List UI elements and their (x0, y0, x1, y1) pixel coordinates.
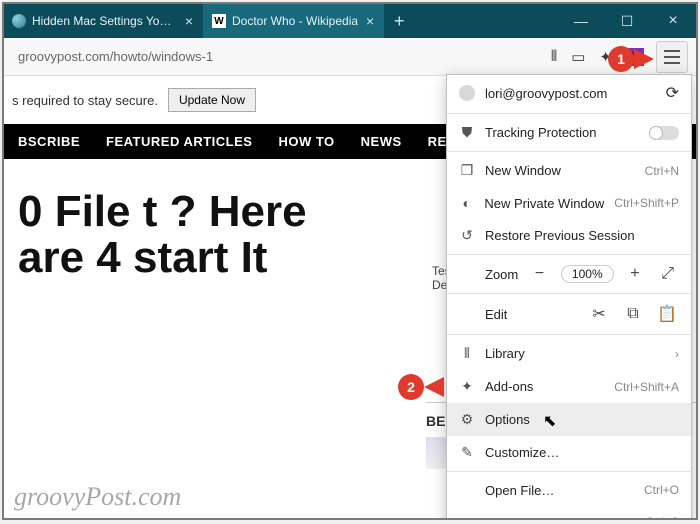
window-close-button[interactable]: × (650, 4, 696, 38)
toolbar: groovypost.com/howto/windows-1 ⫴ ▭ ✦ N (4, 38, 696, 76)
callout-1: 1 (608, 46, 654, 72)
paintbrush-icon: ✎ (459, 444, 475, 461)
menu-library[interactable]: ⫴ Library › (447, 337, 691, 370)
menu-label: Tracking Protection (485, 125, 639, 140)
menu-label: Save Page As… (485, 515, 635, 521)
callout-number: 1 (608, 46, 634, 72)
article-headline: 0 File t ? Here are 4 start It (4, 159, 384, 291)
menu-open-file[interactable]: Open File… Ctrl+O (447, 474, 691, 506)
shortcut-hint: Ctrl+Shift+P (614, 196, 679, 210)
zoom-level[interactable]: 100% (561, 265, 614, 283)
menu-label: Options (485, 412, 679, 427)
menu-label: Zoom (485, 267, 518, 282)
wikipedia-favicon-icon: W (212, 14, 226, 28)
zoom-in-button[interactable]: + (624, 265, 647, 283)
nav-item[interactable]: FEATURED ARTICLES (106, 134, 252, 149)
library-toolbar-icon[interactable]: ⫴ (551, 48, 557, 65)
fullscreen-icon[interactable]: ⤢ (656, 265, 679, 283)
menu-tracking-protection[interactable]: ⛊ Tracking Protection (447, 116, 691, 149)
window-controls: — ☐ × (558, 4, 696, 38)
nav-item[interactable]: HOW TO (278, 134, 334, 149)
avatar-icon (459, 85, 475, 101)
globe-icon (12, 14, 26, 28)
menu-new-private-window[interactable]: ◐ New Private Window Ctrl+Shift+P (447, 187, 691, 219)
menu-save-page[interactable]: Save Page As… Ctrl+S (447, 506, 691, 520)
menu-label: Edit (485, 307, 577, 322)
tab-label: Hidden Mac Settings You Ca (32, 14, 177, 28)
mask-icon: ◐ (459, 195, 474, 211)
window-icon: ❐ (459, 162, 475, 179)
url-text: groovypost.com/howto/windows-1 (18, 49, 213, 64)
shield-icon: ⛊ (459, 124, 475, 141)
cursor-icon: ⬉ (543, 411, 556, 431)
maximize-button[interactable]: ☐ (604, 4, 650, 38)
menu-account[interactable]: lori@groovypost.com ⟳ (447, 75, 691, 111)
menu-label: Restore Previous Session (485, 228, 679, 243)
tracking-toggle[interactable] (649, 126, 679, 140)
update-now-button[interactable]: Update Now (168, 88, 256, 112)
gear-icon: ⚙ (459, 411, 475, 428)
menu-label: New Private Window (484, 196, 604, 211)
new-tab-button[interactable]: + (384, 4, 414, 38)
copy-icon[interactable]: ⧉ (621, 305, 645, 323)
menu-addons[interactable]: ✦ Add-ons Ctrl+Shift+A (447, 370, 691, 403)
restore-icon: ↺ (459, 227, 475, 244)
nav-item[interactable]: NEWS (361, 134, 402, 149)
puzzle-icon: ✦ (459, 378, 475, 395)
tab-hidden-mac[interactable]: Hidden Mac Settings You Ca × (4, 4, 204, 38)
chevron-right-icon: › (675, 347, 679, 361)
shortcut-hint: Ctrl+S (645, 515, 679, 520)
close-icon[interactable]: × (183, 13, 195, 29)
menu-label: Customize… (485, 445, 679, 460)
menu-label: Open File… (485, 483, 634, 498)
callout-number: 2 (398, 374, 424, 400)
menu-new-window[interactable]: ❐ New Window Ctrl+N (447, 154, 691, 187)
reader-view-icon[interactable]: ▭ (571, 48, 585, 66)
minimize-button[interactable]: — (558, 4, 604, 38)
menu-customize[interactable]: ✎ Customize… (447, 436, 691, 469)
paste-icon[interactable]: 📋 (655, 304, 679, 324)
sync-icon[interactable]: ⟳ (666, 83, 679, 103)
nav-item[interactable]: BSCRIBE (18, 134, 80, 149)
address-bar[interactable]: groovypost.com/howto/windows-1 (12, 49, 539, 64)
library-icon: ⫴ (459, 345, 475, 362)
shortcut-hint: Ctrl+Shift+A (614, 380, 679, 394)
zoom-out-button[interactable]: − (528, 265, 551, 283)
tab-strip: Hidden Mac Settings You Ca × W Doctor Wh… (4, 4, 696, 38)
shortcut-hint: Ctrl+N (645, 164, 679, 178)
watermark: groovyPost.com (14, 482, 181, 512)
menu-label: New Window (485, 163, 635, 178)
callout-2: 2 (398, 374, 444, 400)
menu-zoom: Zoom − 100% + ⤢ (447, 257, 691, 291)
menu-restore-session[interactable]: ↺ Restore Previous Session (447, 219, 691, 252)
menu-label: lori@groovypost.com (485, 86, 656, 101)
menu-edit: Edit ✂ ⧉ 📋 (447, 296, 691, 332)
close-icon[interactable]: × (364, 13, 376, 29)
menu-options[interactable]: ⚙ Options ⬉ (447, 403, 691, 436)
menu-label: Library (485, 346, 665, 361)
shortcut-hint: Ctrl+O (644, 483, 679, 497)
tab-doctor-who[interactable]: W Doctor Who - Wikipedia × (204, 4, 384, 38)
app-menu-button[interactable] (656, 41, 688, 73)
app-menu: lori@groovypost.com ⟳ ⛊ Tracking Protect… (446, 74, 692, 520)
notice-text: s required to stay secure. (12, 93, 158, 108)
menu-label: Add-ons (485, 379, 604, 394)
tab-label: Doctor Who - Wikipedia (232, 14, 358, 28)
cut-icon[interactable]: ✂ (587, 304, 611, 324)
